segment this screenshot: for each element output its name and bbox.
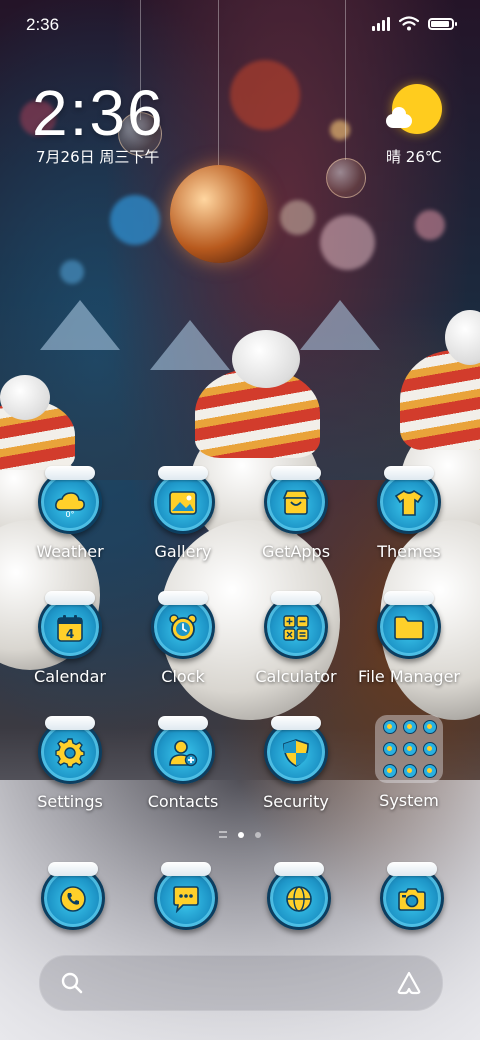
app-label: Clock <box>161 667 205 686</box>
status-time: 2:36 <box>26 15 60 34</box>
status-bar: 2:36 <box>0 0 480 50</box>
contact-person-icon <box>151 716 215 784</box>
signal-icon <box>372 16 390 31</box>
app-label: Security <box>263 792 329 811</box>
tshirt-icon <box>377 466 441 534</box>
search-icon[interactable] <box>60 971 84 995</box>
app-label: File Manager <box>358 667 460 686</box>
camera-icon <box>380 862 444 930</box>
ornament-decoration <box>170 165 268 263</box>
phone-icon <box>41 862 105 930</box>
voice-assistant-icon[interactable] <box>396 970 422 996</box>
app-label: Calculator <box>255 667 337 686</box>
shield-icon <box>264 716 328 784</box>
glass-ornament-decoration <box>326 158 366 198</box>
app-calendar[interactable]: 4 Calendar <box>15 591 125 686</box>
app-clock[interactable]: Clock <box>128 591 238 686</box>
clock-widget-date[interactable]: 7月26日 周三下午 <box>36 146 159 167</box>
calculator-icon <box>264 591 328 659</box>
dock-messages[interactable] <box>154 862 218 930</box>
gear-icon <box>38 716 102 784</box>
app-gallery[interactable]: Gallery <box>128 466 238 561</box>
app-label: GetApps <box>261 542 331 561</box>
app-label: Themes <box>377 542 441 561</box>
app-weather[interactable]: 0° Weather <box>15 466 125 561</box>
app-label: Settings <box>37 792 103 811</box>
gallery-icon <box>151 466 215 534</box>
app-file-manager[interactable]: File Manager <box>354 591 464 686</box>
alarm-clock-icon <box>151 591 215 659</box>
app-label: System <box>379 791 439 810</box>
clock-widget-time[interactable]: 2:36 <box>32 76 165 150</box>
dock-phone[interactable] <box>41 862 105 930</box>
app-calculator[interactable]: Calculator <box>241 591 351 686</box>
app-label: Weather <box>36 542 104 561</box>
dock-camera[interactable] <box>380 862 444 930</box>
calendar-icon-day: 4 <box>66 627 74 641</box>
weather-temperature: 26℃ <box>405 148 442 166</box>
minus-one-screen-indicator[interactable] <box>219 831 227 838</box>
wifi-icon <box>399 16 419 31</box>
app-themes[interactable]: Themes <box>354 466 464 561</box>
page-dot[interactable] <box>255 831 261 838</box>
messages-icon <box>154 862 218 930</box>
calendar-icon: 4 <box>38 591 102 659</box>
page-dot-active[interactable] <box>238 831 244 838</box>
app-label: Contacts <box>147 792 219 811</box>
app-settings[interactable]: Settings <box>15 716 125 811</box>
battery-icon <box>428 17 457 30</box>
app-label: Calendar <box>34 667 106 686</box>
folder-grid-icon <box>375 715 443 783</box>
store-icon <box>264 466 328 534</box>
folder-icon <box>377 591 441 659</box>
app-getapps[interactable]: GetApps <box>241 466 351 561</box>
weather-app-icon: 0° <box>38 466 102 534</box>
app-label: Gallery <box>154 542 212 561</box>
app-contacts[interactable]: Contacts <box>128 716 238 811</box>
search-bar[interactable] <box>39 955 443 1011</box>
weather-widget-text[interactable]: 晴 26℃ <box>386 146 442 167</box>
dock-browser[interactable] <box>267 862 331 930</box>
page-indicator[interactable] <box>0 831 480 838</box>
app-security[interactable]: Security <box>241 716 351 811</box>
weather-condition: 晴 <box>386 148 402 166</box>
sun-cloud-icon[interactable] <box>386 84 442 140</box>
browser-icon <box>267 862 331 930</box>
weather-icon-badge: 0° <box>65 510 74 518</box>
app-folder-system[interactable]: System <box>354 715 464 810</box>
